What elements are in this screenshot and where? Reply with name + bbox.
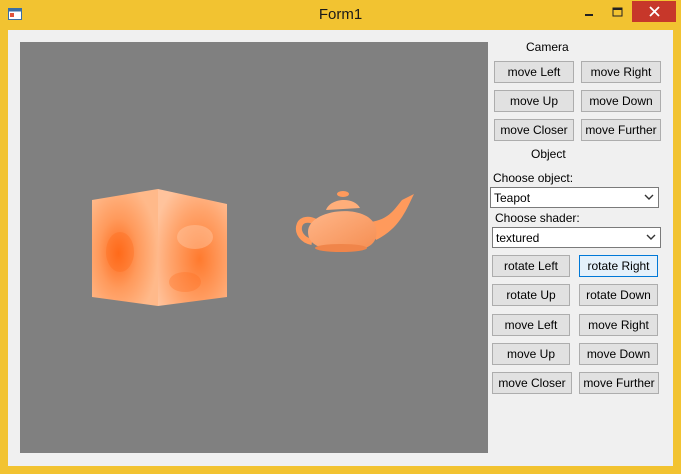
camera-move-right-button[interactable]: move Right bbox=[581, 61, 661, 83]
object-rotate-down-button[interactable]: rotate Down bbox=[579, 284, 658, 306]
shader-select[interactable]: textured bbox=[492, 227, 661, 248]
maximize-button[interactable] bbox=[604, 1, 631, 22]
object-rotate-up-button[interactable]: rotate Up bbox=[492, 284, 570, 306]
object-move-further-button[interactable]: move Further bbox=[579, 372, 659, 394]
object-rotate-left-button[interactable]: rotate Left bbox=[492, 255, 570, 277]
minimize-button[interactable] bbox=[575, 1, 603, 22]
object-move-right-button[interactable]: move Right bbox=[579, 314, 658, 336]
object-move-left-button[interactable]: move Left bbox=[492, 314, 570, 336]
object-move-down-button[interactable]: move Down bbox=[579, 343, 658, 365]
choose-object-label: Choose object: bbox=[493, 171, 574, 185]
camera-move-up-button[interactable]: move Up bbox=[494, 90, 574, 112]
camera-move-down-button[interactable]: move Down bbox=[581, 90, 661, 112]
form-client-area: Camera move Left move Right move Up move… bbox=[8, 30, 673, 466]
choose-shader-label: Choose shader: bbox=[495, 211, 580, 225]
scene-canvas bbox=[92, 189, 414, 306]
shader-select-value: textured bbox=[496, 231, 540, 245]
title-bar[interactable]: Form1 bbox=[0, 0, 681, 30]
object-select-value: Teapot bbox=[494, 191, 531, 205]
chevron-down-icon bbox=[644, 194, 654, 200]
object-rotate-right-button[interactable]: rotate Right bbox=[579, 255, 658, 277]
object-select[interactable]: Teapot bbox=[490, 187, 659, 208]
camera-heading: Camera bbox=[526, 40, 569, 54]
chevron-down-icon bbox=[646, 234, 656, 240]
camera-move-further-button[interactable]: move Further bbox=[581, 119, 661, 141]
object-move-closer-button[interactable]: move Closer bbox=[492, 372, 572, 394]
close-icon bbox=[648, 6, 660, 17]
minimize-icon bbox=[585, 13, 593, 16]
app-window: Form1 Camera move Left move Right move U… bbox=[0, 0, 681, 474]
render-viewport[interactable] bbox=[20, 42, 488, 453]
object-move-up-button[interactable]: move Up bbox=[492, 343, 570, 365]
camera-move-left-button[interactable]: move Left bbox=[494, 61, 574, 83]
object-heading: Object bbox=[531, 147, 566, 161]
cube-object bbox=[92, 189, 227, 306]
maximize-icon bbox=[612, 7, 623, 16]
teapot-object bbox=[295, 191, 414, 252]
close-button[interactable] bbox=[632, 1, 676, 22]
camera-move-closer-button[interactable]: move Closer bbox=[494, 119, 574, 141]
